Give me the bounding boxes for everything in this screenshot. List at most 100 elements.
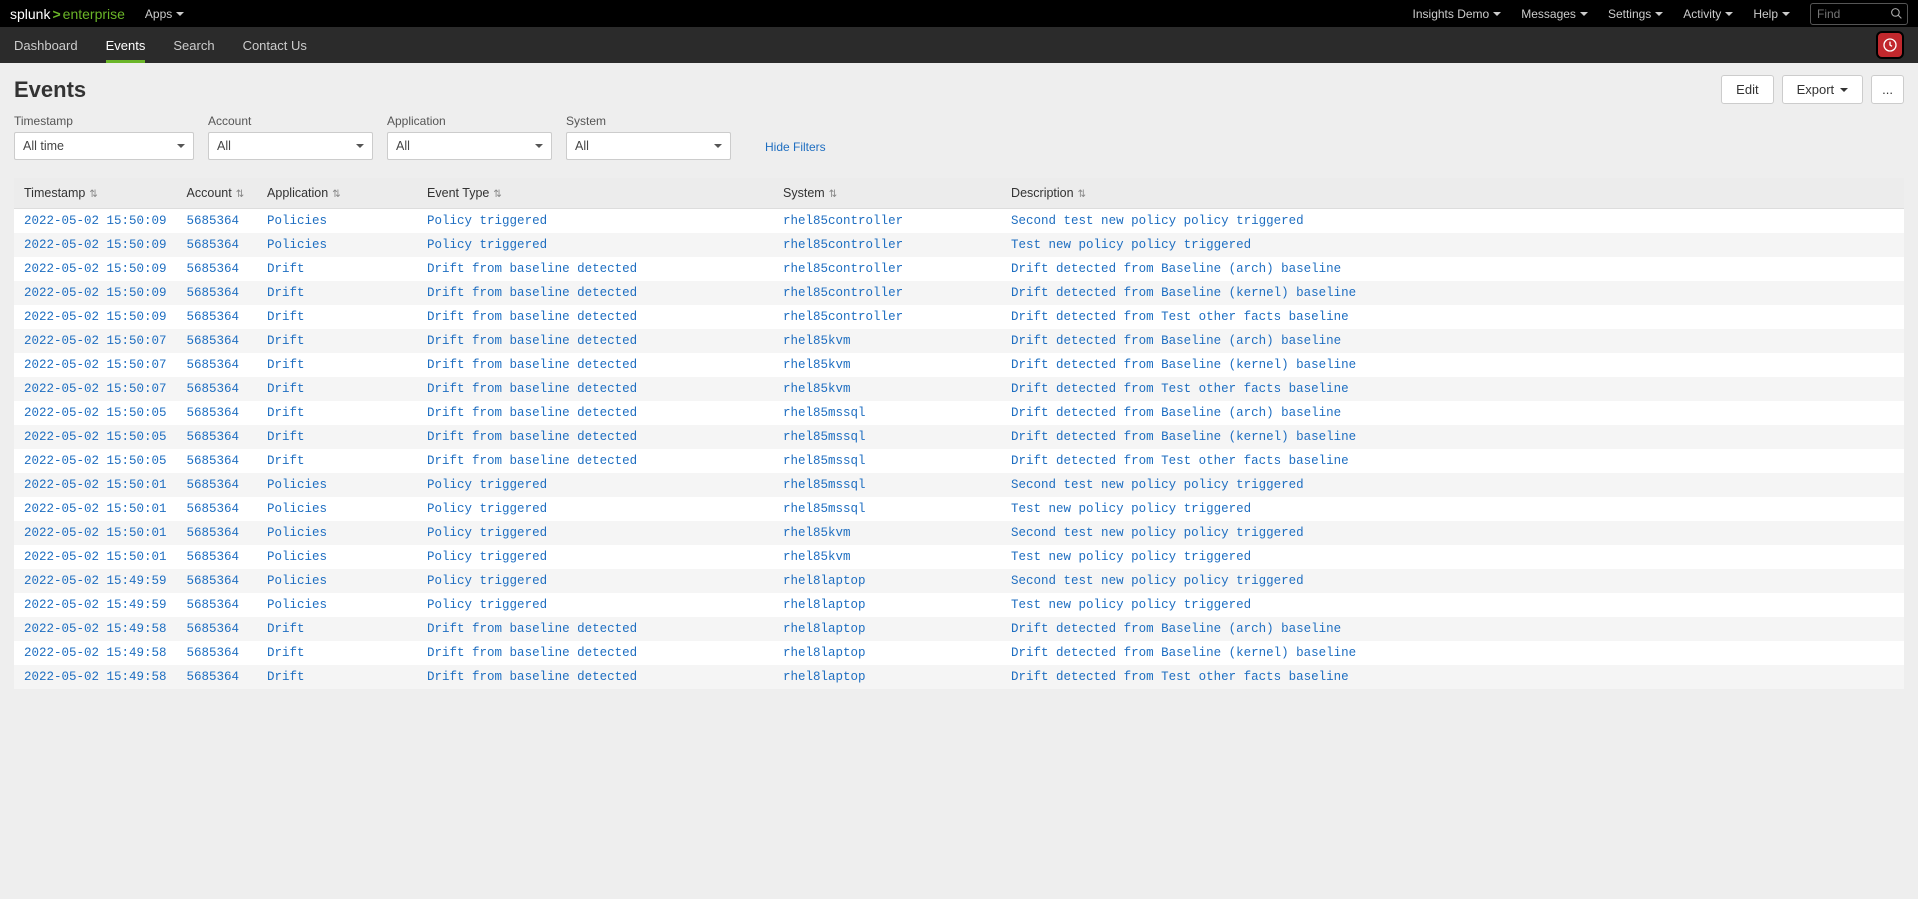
cell-link[interactable]: rhel8laptop [783,622,866,636]
cell-sys[interactable]: rhel8laptop [773,641,1001,665]
cell-link[interactable]: Drift [267,622,305,636]
cell-ts[interactable]: 2022-05-02 15:49:59 [14,593,177,617]
cell-app[interactable]: Drift [257,377,417,401]
topnav-activity[interactable]: Activity [1683,7,1733,21]
cell-link[interactable]: 2022-05-02 15:49:59 [24,598,167,612]
brand-logo[interactable]: splunk > enterprise [10,6,125,22]
app-logo-icon[interactable] [1876,31,1904,59]
hide-filters-link[interactable]: Hide Filters [765,140,826,160]
cell-desc[interactable]: Drift detected from Baseline (kernel) ba… [1001,281,1904,305]
cell-evt[interactable]: Policy triggered [417,521,773,545]
sort-icon[interactable]: ⇅ [332,189,340,200]
cell-app[interactable]: Drift [257,329,417,353]
apps-menu[interactable]: Apps [145,7,184,21]
filter-timestamp-select[interactable]: All time [14,132,194,160]
cell-link[interactable]: 2022-05-02 15:50:09 [24,214,167,228]
cell-link[interactable]: 2022-05-02 15:50:01 [24,502,167,516]
cell-ts[interactable]: 2022-05-02 15:49:59 [14,569,177,593]
table-row[interactable]: 2022-05-02 15:50:015685364PoliciesPolicy… [14,521,1904,545]
cell-link[interactable]: 5685364 [187,334,240,348]
cell-sys[interactable]: rhel85kvm [773,545,1001,569]
cell-sys[interactable]: rhel85controller [773,257,1001,281]
cell-app[interactable]: Policies [257,521,417,545]
column-header-timestamp[interactable]: Timestamp⇅ [14,178,177,209]
cell-ts[interactable]: 2022-05-02 15:50:05 [14,425,177,449]
cell-app[interactable]: Policies [257,569,417,593]
cell-evt[interactable]: Policy triggered [417,209,773,234]
cell-ts[interactable]: 2022-05-02 15:49:58 [14,641,177,665]
topnav-help[interactable]: Help [1753,7,1790,21]
cell-link[interactable]: Drift [267,262,305,276]
cell-ts[interactable]: 2022-05-02 15:49:58 [14,617,177,641]
cell-ts[interactable]: 2022-05-02 15:50:05 [14,449,177,473]
cell-ts[interactable]: 2022-05-02 15:50:09 [14,257,177,281]
cell-app[interactable]: Drift [257,641,417,665]
cell-app[interactable]: Drift [257,425,417,449]
table-row[interactable]: 2022-05-02 15:49:595685364Policies Policy… [14,569,1904,593]
cell-link[interactable]: Policy triggered [427,550,547,564]
cell-link[interactable]: Policy triggered [427,574,547,588]
cell-link[interactable]: Policies [267,598,327,612]
cell-link[interactable]: rhel8laptop [783,646,866,660]
cell-desc[interactable]: Drift detected from Baseline (arch) base… [1001,329,1904,353]
cell-link[interactable]: Policy triggered [427,214,547,228]
cell-desc[interactable]: Drift detected from Test other facts bas… [1001,665,1904,689]
cell-link[interactable]: Test new policy policy triggered [1011,238,1251,252]
cell-desc[interactable]: Test new policy policy triggered [1001,593,1904,617]
cell-desc[interactable]: Drift detected from Test other facts bas… [1001,449,1904,473]
cell-sys[interactable]: rhel8laptop [773,665,1001,689]
cell-acc[interactable]: 5685364 [177,425,258,449]
cell-link[interactable]: Drift detected from Baseline (kernel) ba… [1011,646,1356,660]
cell-desc[interactable]: Second test new policy policy triggered [1001,569,1904,593]
cell-link[interactable]: 2022-05-02 15:50:09 [24,238,167,252]
table-row[interactable]: 2022-05-02 15:50:095685364DriftDrift fro… [14,281,1904,305]
cell-link[interactable]: 5685364 [187,670,240,684]
cell-link[interactable]: 5685364 [187,454,240,468]
cell-evt[interactable]: Drift from baseline detected [417,353,773,377]
sort-icon[interactable]: ⇅ [1078,189,1086,200]
cell-app[interactable]: Drift [257,665,417,689]
cell-desc[interactable]: Test new policy policy triggered [1001,233,1904,257]
cell-link[interactable]: 5685364 [187,502,240,516]
cell-ts[interactable]: 2022-05-02 15:50:09 [14,281,177,305]
cell-link[interactable]: Drift from baseline detected [427,622,637,636]
cell-acc[interactable]: 5685364 [177,569,258,593]
cell-ts[interactable]: 2022-05-02 15:50:01 [14,521,177,545]
cell-evt[interactable]: Policy triggered [417,233,773,257]
cell-link[interactable]: 2022-05-02 15:50:07 [24,382,167,396]
cell-desc[interactable]: Drift detected from Baseline (kernel) ba… [1001,425,1904,449]
cell-acc[interactable]: 5685364 [177,497,258,521]
cell-ts[interactable]: 2022-05-02 15:50:09 [14,305,177,329]
cell-link[interactable]: 5685364 [187,598,240,612]
table-row[interactable]: 2022-05-02 15:50:07 5685364Drift Drift fro… [14,377,1904,401]
cell-link[interactable]: Drift from baseline detected [427,286,637,300]
search-icon[interactable] [1885,7,1907,20]
tab-dashboard[interactable]: Dashboard [14,28,78,63]
cell-acc[interactable]: 5685364 [177,377,258,401]
cell-link[interactable]: Drift from baseline detected [427,382,637,396]
cell-link[interactable]: Drift from baseline detected [427,454,637,468]
filter-account-select[interactable]: All [208,132,373,160]
cell-link[interactable]: 2022-05-02 15:49:58 [24,622,167,636]
cell-evt[interactable]: Drift from baseline detected [417,449,773,473]
cell-desc[interactable]: Second test new policy policy triggered [1001,209,1904,234]
table-row[interactable]: 2022-05-02 15:50:055685364DriftDrift fro… [14,401,1904,425]
cell-sys[interactable]: rhel85mssql [773,449,1001,473]
cell-link[interactable]: Second test new policy policy triggered [1011,214,1304,228]
cell-acc[interactable]: 5685364 [177,521,258,545]
column-header-system[interactable]: System⇅ [773,178,1001,209]
cell-link[interactable]: Second test new policy policy triggered [1011,574,1304,588]
filter-system-select[interactable]: All [566,132,731,160]
cell-ts[interactable]: 2022-05-02 15:50:07 [14,377,177,401]
cell-sys[interactable]: rhel85mssql [773,401,1001,425]
cell-link[interactable]: 5685364 [187,550,240,564]
cell-sys[interactable]: rhel85mssql [773,425,1001,449]
tab-contact-us[interactable]: Contact Us [243,28,307,63]
cell-app[interactable]: Drift [257,281,417,305]
cell-sys[interactable]: rhel85controller [773,281,1001,305]
cell-link[interactable]: 5685364 [187,406,240,420]
cell-app[interactable]: Policies [257,233,417,257]
cell-link[interactable]: Test new policy policy triggered [1011,502,1251,516]
cell-link[interactable]: Drift from baseline detected [427,310,637,324]
table-row[interactable]: 2022-05-02 15:50:095685364PoliciesPolicy… [14,209,1904,234]
